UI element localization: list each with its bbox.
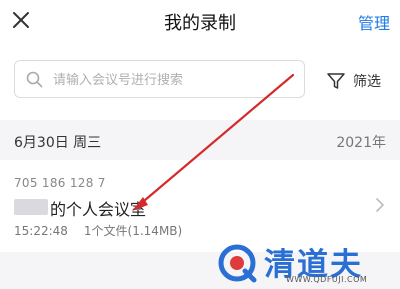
recording-files: 1个文件(1.14MB) xyxy=(83,224,183,238)
watermark-logo-icon xyxy=(218,244,257,283)
page-title: 我的录制 xyxy=(164,13,236,34)
watermark-url: WWW.QDFUJI.COM xyxy=(286,275,368,284)
search-box[interactable] xyxy=(14,60,305,99)
filter-icon xyxy=(327,73,345,89)
recording-meta: 15:22:48 1个文件(1.14MB) xyxy=(14,222,182,239)
search-icon xyxy=(26,71,43,88)
redacted-name xyxy=(14,199,48,215)
recording-title: 的个人会议室 xyxy=(50,200,147,219)
search-row: 筛选 xyxy=(0,50,400,112)
date-section-header: 6月30日 周三 2021年 xyxy=(0,120,400,160)
chevron-right-icon xyxy=(376,198,384,212)
watermark: 清道夫 WWW.QDFUJI.COM xyxy=(216,240,400,289)
header-bar: 我的录制 管理 xyxy=(0,0,400,48)
search-input[interactable] xyxy=(51,61,300,99)
manage-button[interactable]: 管理 xyxy=(358,10,390,34)
filter-label: 筛选 xyxy=(353,74,381,90)
recording-time: 15:22:48 xyxy=(14,224,68,238)
date-label: 6月30日 周三 xyxy=(14,135,102,151)
meeting-id: 705 186 128 7 xyxy=(14,176,106,190)
year-label: 2021年 xyxy=(336,135,386,151)
recording-list-item[interactable]: 705 186 128 7 的个人会议室 15:22:48 1个文件(1.14MB… xyxy=(0,162,400,250)
